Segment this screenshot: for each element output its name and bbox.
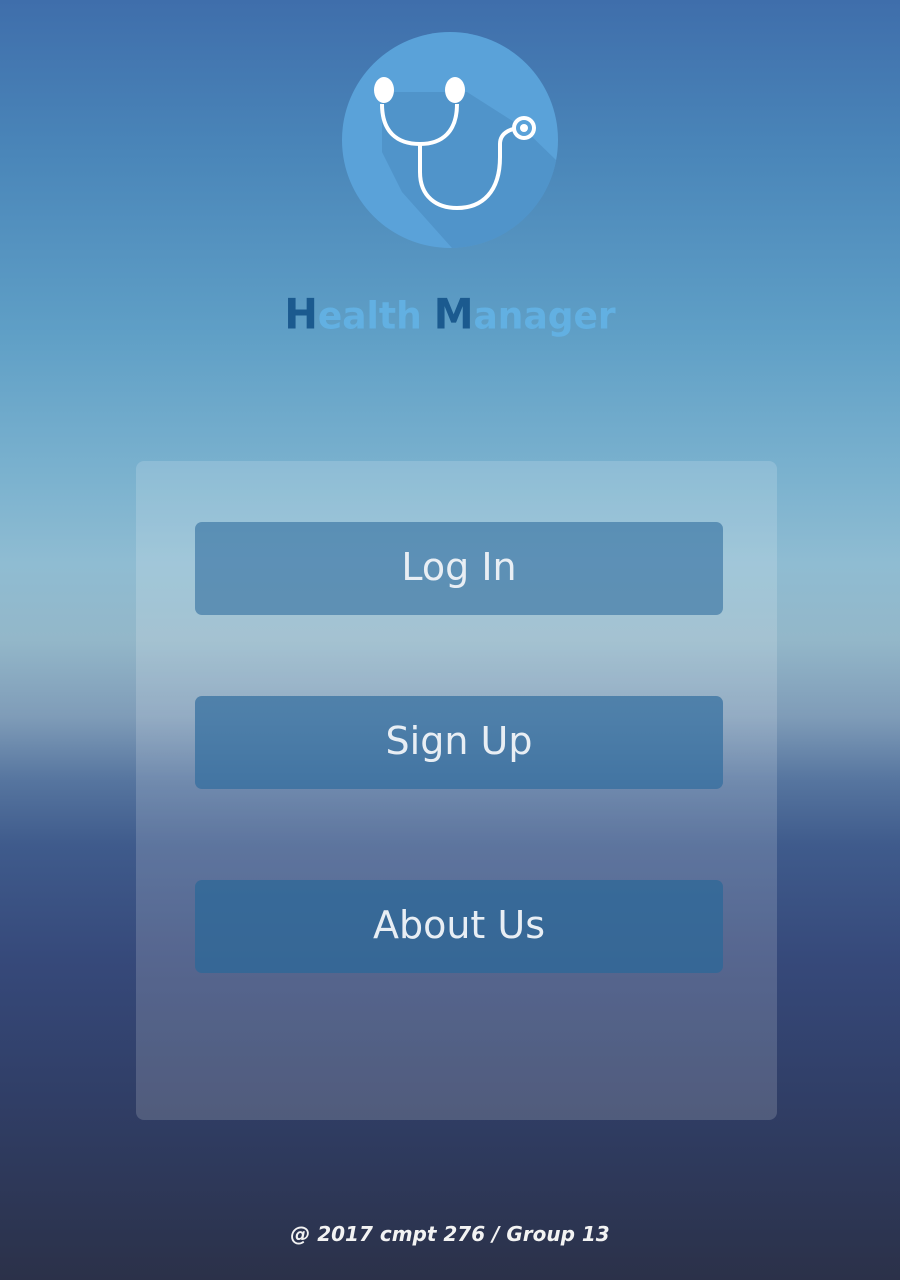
login-button-label: Log In (401, 544, 517, 589)
app-title: Health Manager (0, 291, 900, 339)
login-button[interactable]: Log In (195, 522, 723, 615)
stethoscope-icon (374, 77, 558, 248)
about-us-button[interactable]: About Us (195, 880, 723, 973)
signup-button[interactable]: Sign Up (195, 696, 723, 789)
copyright-footer: @ 2017 cmpt 276 / Group 13 (290, 1222, 610, 1246)
app-logo (342, 32, 558, 248)
about-us-button-label: About Us (372, 902, 546, 947)
brand-word-anager: anager (473, 295, 616, 339)
signup-button-label: Sign Up (385, 718, 533, 763)
brand-word-ealth: ealth (317, 295, 422, 339)
brand-initial-m: M (433, 290, 474, 340)
brand-initial-h: H (284, 290, 318, 340)
